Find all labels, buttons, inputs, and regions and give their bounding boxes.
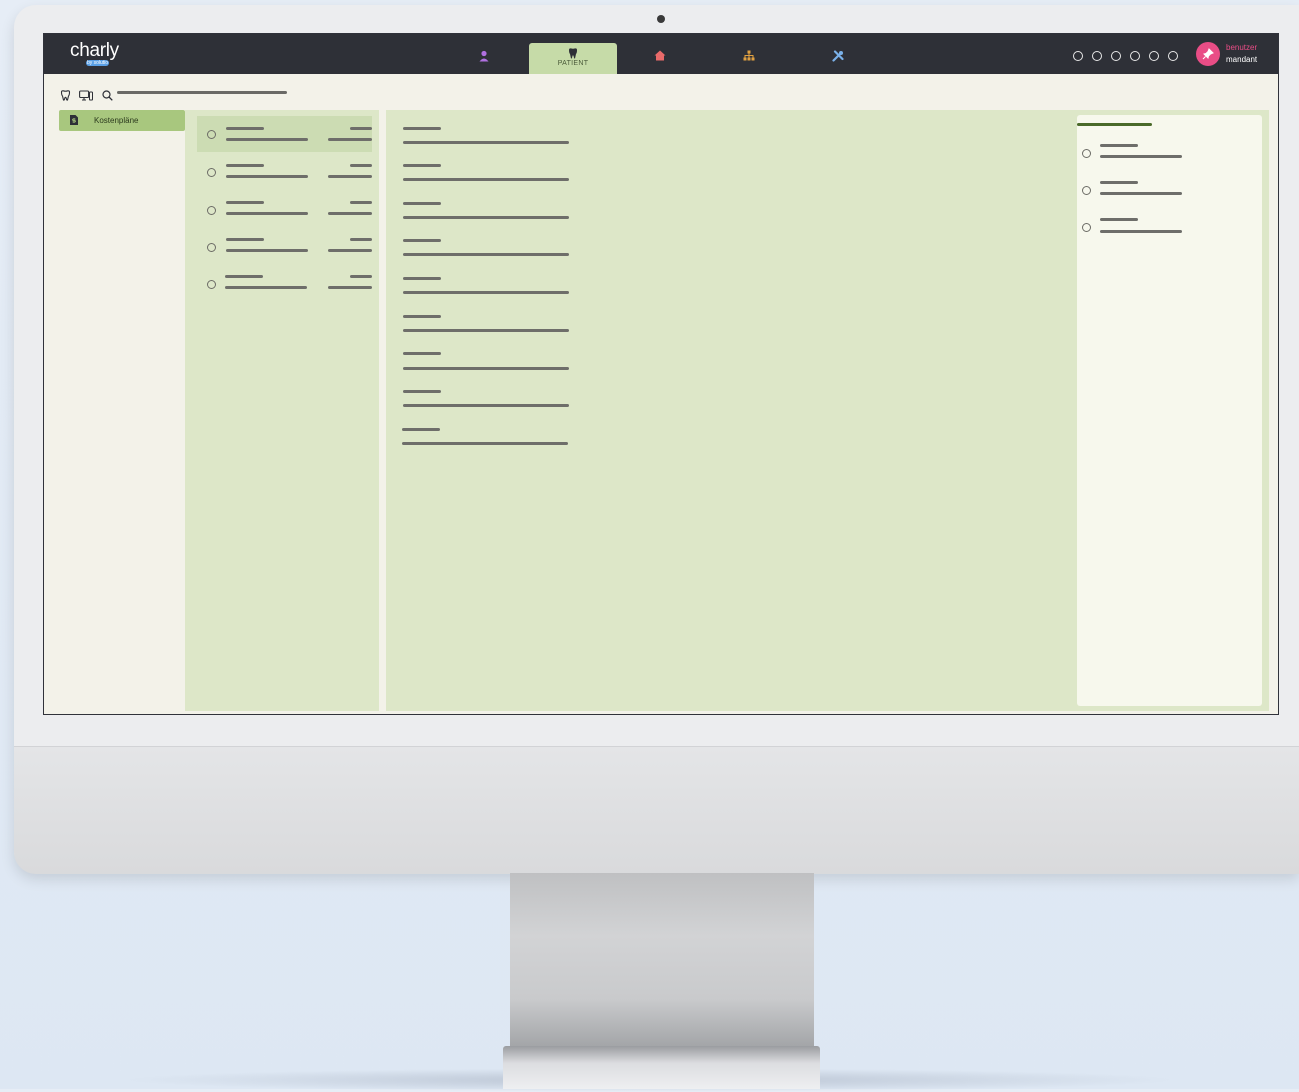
nav-patient-label: PATIENT	[557, 60, 589, 67]
status-circle-2[interactable]	[1092, 51, 1102, 61]
aside-panel	[1077, 115, 1262, 706]
monitor-foot	[503, 1046, 820, 1089]
monitor-chin	[14, 746, 1299, 874]
status-circle-1[interactable]	[1073, 51, 1083, 61]
radio-circle[interactable]	[207, 206, 216, 215]
list-item[interactable]	[197, 116, 372, 152]
house-icon	[654, 50, 666, 61]
status-circle-6[interactable]	[1168, 51, 1178, 61]
aside-title	[1077, 123, 1152, 126]
toolbar	[60, 87, 117, 105]
pin-icon	[1202, 48, 1214, 60]
list-item[interactable]	[197, 266, 372, 302]
sidebar-item-label: Kostenpläne	[94, 116, 139, 125]
monitor-stand	[510, 873, 814, 1053]
tooth-outline-icon[interactable]	[60, 90, 71, 101]
radio-circle[interactable]	[1082, 186, 1091, 195]
radio-circle[interactable]	[207, 168, 216, 177]
monitor-device-icon[interactable]	[79, 90, 94, 101]
screen: charly by solutio PATIENT benutzer manda…	[43, 33, 1279, 715]
nav-person[interactable]	[454, 44, 514, 74]
logo-badge: by solutio	[86, 60, 109, 66]
status-circle-5[interactable]	[1149, 51, 1159, 61]
nav-home[interactable]	[630, 44, 690, 74]
search-icon[interactable]	[102, 90, 113, 102]
org-chart-icon	[743, 50, 755, 61]
list-item[interactable]	[197, 192, 372, 228]
sidebar-item-kostenplaene[interactable]: Kostenpläne	[59, 110, 185, 131]
list-item[interactable]	[197, 154, 372, 190]
user-mandant[interactable]: mandant	[1226, 55, 1257, 64]
radio-circle[interactable]	[1082, 223, 1091, 232]
camera	[657, 15, 665, 23]
tools-icon	[832, 50, 844, 62]
nav-patient[interactable]: PATIENT	[529, 43, 617, 74]
list-item[interactable]	[197, 229, 372, 265]
top-bar: charly by solutio PATIENT benutzer manda…	[44, 34, 1278, 74]
radio-circle[interactable]	[1082, 149, 1091, 158]
radio-circle[interactable]	[207, 243, 216, 252]
status-indicators	[1073, 48, 1187, 66]
nav-tools[interactable]	[808, 44, 868, 74]
tooth-icon	[569, 48, 577, 59]
user-name[interactable]: benutzer	[1226, 43, 1257, 52]
document-dollar-icon	[70, 115, 78, 125]
status-circle-4[interactable]	[1130, 51, 1140, 61]
nav-organization[interactable]	[719, 44, 779, 74]
cost-plan-list	[185, 110, 379, 711]
user-avatar[interactable]	[1196, 42, 1220, 66]
radio-circle[interactable]	[207, 130, 216, 139]
radio-circle[interactable]	[207, 280, 216, 289]
status-circle-3[interactable]	[1111, 51, 1121, 61]
search-input[interactable]	[117, 91, 287, 94]
app-logo[interactable]: charly	[70, 40, 119, 62]
person-icon	[479, 50, 489, 62]
